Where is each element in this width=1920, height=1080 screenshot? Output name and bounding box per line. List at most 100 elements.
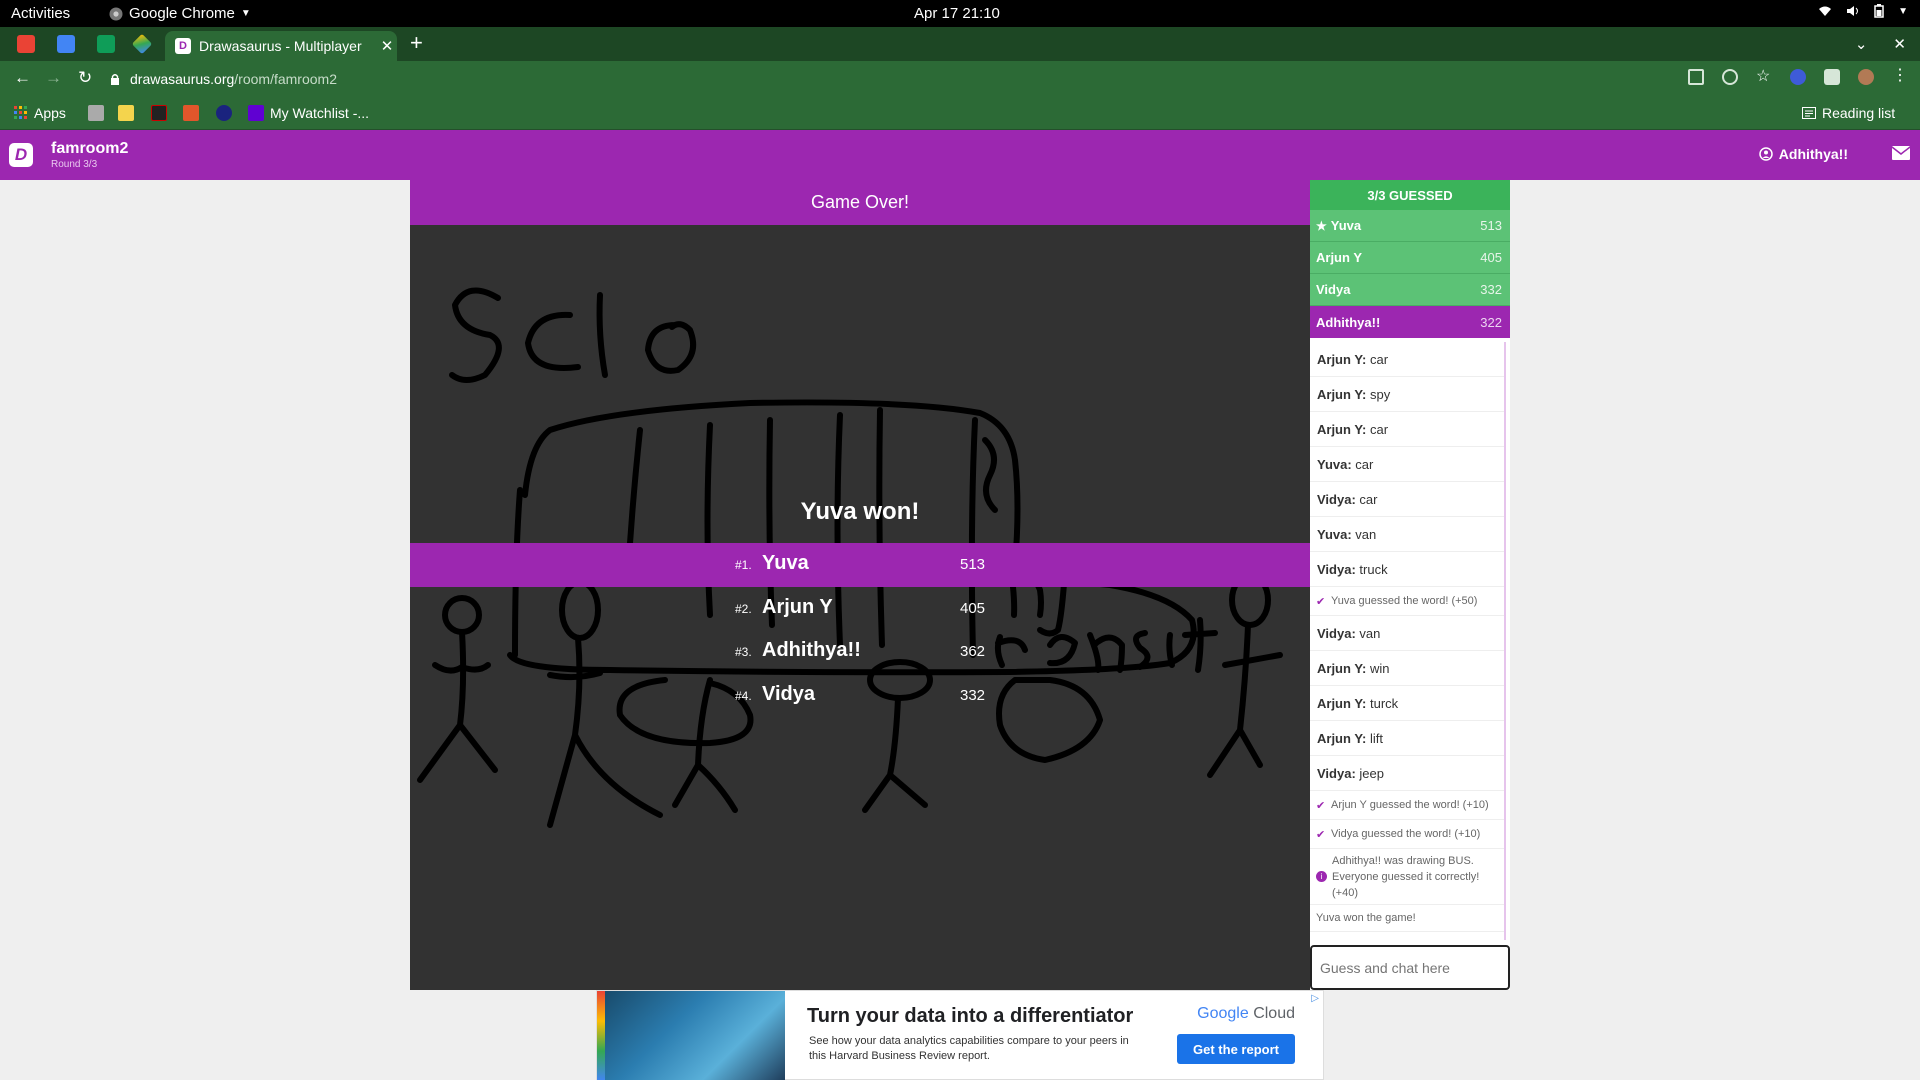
chat-text: car (1351, 456, 1374, 472)
close-window-icon[interactable]: ✕ (1893, 35, 1906, 53)
chat-username: Vidya: (1317, 561, 1356, 577)
round-indicator: Round 3/3 (51, 159, 98, 170)
building-icon (88, 105, 104, 121)
check-icon: ✔ (1316, 595, 1326, 608)
check-icon: ✔ (1316, 828, 1326, 841)
install-icon[interactable] (1688, 69, 1704, 85)
address-bar[interactable]: drawasaurus.org/room/famroom2 (110, 64, 1880, 93)
reading-list-icon (1802, 107, 1816, 119)
gmail-tab-icon[interactable] (17, 35, 35, 53)
bookmark-1[interactable] (88, 105, 104, 121)
chat-username: Vidya: (1317, 491, 1356, 507)
reading-list-label: Reading list (1822, 105, 1896, 121)
bookmark-4[interactable] (183, 105, 199, 121)
player-name: Vidya (762, 683, 815, 705)
chat-text: win (1366, 660, 1390, 676)
browser-toolbar: ← → ↻ drawasaurus.org/room/famroom2 ☆ ⋮ (0, 61, 1920, 96)
tab-drawasaurus[interactable]: D Drawasaurus - Multiplayer ✕ (165, 31, 397, 61)
reload-icon[interactable]: ↻ (78, 68, 92, 88)
system-tray[interactable]: ▼ (1818, 4, 1908, 18)
ad-body: See how your data analytics capabilities… (809, 1035, 1129, 1062)
chat-text: van (1355, 625, 1381, 641)
winner-announcement: Yuva won! (800, 498, 920, 525)
puzzle-icon[interactable] (1824, 69, 1840, 85)
ad-cta-button[interactable]: Get the report (1177, 1034, 1295, 1064)
player-row-arjun[interactable]: Arjun Y 405 (1310, 242, 1510, 274)
kebab-menu-icon[interactable]: ⋮ (1892, 68, 1908, 85)
ad-choices-icon[interactable]: ▷ (1311, 993, 1319, 1004)
chat-message: Vidya: car (1310, 482, 1504, 517)
globe-icon (216, 105, 232, 121)
bookmark-5[interactable] (216, 105, 232, 121)
chat-log[interactable]: Arjun Y: car Arjun Y: spy Arjun Y: car Yuva… (1310, 342, 1506, 940)
chrome-icon (109, 7, 123, 20)
avatar[interactable] (1858, 69, 1874, 85)
sheets-tab-icon[interactable] (97, 35, 115, 53)
calendar-tab-icon[interactable] (57, 35, 75, 53)
chat-final-text: Yuva won the game! (1316, 912, 1416, 924)
player-row-self[interactable]: Adhithya!! 322 (1310, 306, 1510, 338)
back-icon[interactable]: ← (14, 68, 31, 88)
eye-off-icon[interactable] (1722, 69, 1738, 85)
battery-icon (1874, 4, 1884, 18)
apps-label: Apps (34, 105, 66, 121)
chat-username: Arjun Y: (1317, 351, 1367, 367)
clock[interactable]: Apr 17 21:10 (914, 5, 1000, 22)
player-row-vidya[interactable]: Vidya 332 (1310, 274, 1510, 306)
bookmark-3[interactable] (151, 105, 167, 121)
chat-text: jeep (1355, 765, 1384, 781)
chat-text: spy (1366, 386, 1391, 402)
chat-info-text: Adhithya!! was drawing BUS. Everyone gue… (1332, 854, 1480, 899)
chat-text: car (1366, 351, 1389, 367)
dark-app-icon (151, 105, 167, 121)
drawasaurus-logo[interactable]: D (9, 143, 33, 167)
chat-text: car (1366, 421, 1389, 437)
chat-message: Vidya: jeep (1310, 756, 1504, 791)
chat-username: Vidya: (1317, 625, 1356, 641)
star-icon[interactable]: ☆ (1756, 69, 1772, 85)
activities-button[interactable]: Activities (11, 5, 70, 22)
leaderboard-row-1: #1. Yuva 513 (410, 543, 1310, 587)
chevron-down-icon: ▼ (1898, 5, 1908, 17)
yahoo-icon (248, 105, 264, 121)
chat-system-message: ✔ Yuva guessed the word! (+50) (1310, 587, 1504, 616)
guessed-count: 3/3 GUESSED (1310, 180, 1510, 210)
extension-f-icon[interactable] (1790, 69, 1806, 85)
mail-icon (1891, 146, 1911, 160)
bookmarks-bar: Apps My Watchlist -... Reading list (0, 96, 1920, 130)
player-row-yuva[interactable]: ★ Yuva 513 (1310, 210, 1510, 242)
window-controls: ⌄ ✕ (1855, 35, 1906, 53)
apps-bookmark[interactable]: Apps (14, 105, 66, 121)
drive-tab-icon[interactable] (131, 33, 153, 55)
chat-message: Arjun Y: car (1310, 412, 1504, 447)
chat-message: Arjun Y: spy (1310, 377, 1504, 412)
app-menu[interactable]: Google Chrome ▼ (109, 5, 251, 22)
close-tab-icon[interactable]: ✕ (377, 37, 397, 55)
forward-icon[interactable]: → (45, 68, 62, 88)
player-score: 513 (1480, 218, 1502, 233)
chat-input[interactable] (1310, 945, 1510, 990)
notes-icon (118, 105, 134, 121)
chat-message: Vidya: van (1310, 616, 1504, 651)
user-profile-link[interactable]: Adhithya!! (1759, 146, 1848, 162)
google-cloud-logo: Google Cloud (1197, 1005, 1295, 1022)
player-name: Adhithya!! (1316, 314, 1381, 330)
chat-message: Arjun Y: win (1310, 651, 1504, 686)
mail-button[interactable] (1891, 146, 1911, 165)
new-tab-button[interactable]: + (410, 32, 423, 54)
watchlist-bookmark[interactable]: My Watchlist -... (248, 105, 369, 121)
player-name: Arjun Y (762, 596, 833, 618)
leaderboard-row-3: #3. Adhithya!! 362 (410, 630, 1310, 674)
star-icon: ★ (1316, 218, 1327, 233)
bookmark-2[interactable] (118, 105, 134, 121)
tab-search-icon[interactable]: ⌄ (1855, 35, 1868, 53)
advertisement[interactable]: Turn your data into a differentiator See… (596, 990, 1324, 1080)
leaderboard-row-2: #2. Arjun Y 405 (410, 587, 1310, 631)
chevron-down-icon: ▼ (240, 8, 251, 19)
reading-list-button[interactable]: Reading list (1802, 105, 1895, 121)
chat-username: Yuva: (1317, 456, 1352, 472)
player-score: 322 (1480, 314, 1502, 330)
watchlist-label: My Watchlist -... (270, 105, 370, 121)
info-icon: i (1316, 871, 1327, 882)
apps-grid-icon (14, 106, 27, 119)
